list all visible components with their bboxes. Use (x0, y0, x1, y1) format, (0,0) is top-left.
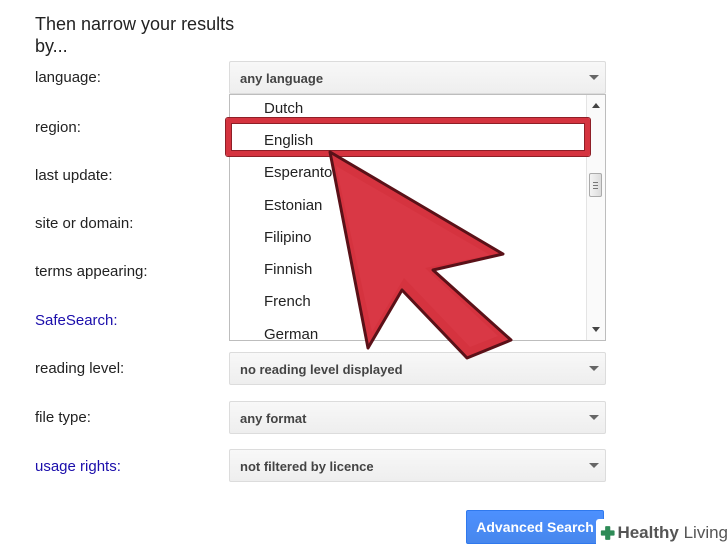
site-or-domain-label: site or domain: (35, 215, 134, 232)
advanced-search-button[interactable]: Advanced Search (466, 510, 604, 544)
language-option[interactable]: German (264, 326, 318, 340)
plus-leaf-icon (600, 525, 615, 540)
language-option[interactable]: Esperanto (264, 164, 332, 181)
highlight-box (226, 118, 590, 156)
terms-appearing-label: terms appearing: (35, 263, 148, 280)
chevron-down-icon (589, 75, 599, 80)
reading-level-label: reading level: (35, 360, 125, 377)
language-option[interactable]: Filipino (264, 229, 312, 246)
scrollbar-thumb[interactable] (589, 173, 602, 197)
reading-level-select-value: no reading level displayed (240, 362, 403, 377)
language-select-value: any language (240, 71, 324, 86)
language-label: language: (35, 69, 101, 86)
watermark-text: Healthy Living (617, 522, 728, 542)
scroll-up-arrow-icon[interactable] (592, 103, 600, 108)
usage-rights-select-value: not filtered by licence (240, 459, 374, 474)
file-type-label: file type: (35, 409, 91, 426)
scroll-down-arrow-icon[interactable] (592, 327, 600, 332)
language-option[interactable]: Finnish (264, 261, 312, 278)
file-type-select-value: any format (240, 411, 307, 426)
usage-rights-link[interactable]: usage rights: (35, 458, 121, 475)
last-update-label: last update: (35, 167, 113, 184)
reading-level-select[interactable]: no reading level displayed (229, 352, 606, 385)
language-option[interactable]: French (264, 293, 311, 310)
chevron-down-icon (589, 366, 599, 371)
chevron-down-icon (589, 415, 599, 420)
file-type-select[interactable]: any format (229, 401, 606, 434)
chevron-down-icon (589, 463, 599, 468)
region-label: region: (35, 119, 81, 136)
language-select[interactable]: any language (229, 61, 606, 94)
section-heading: Then narrow your results by... (35, 14, 235, 56)
usage-rights-select[interactable]: not filtered by licence (229, 449, 606, 482)
safesearch-link[interactable]: SafeSearch: (35, 312, 118, 329)
language-option[interactable]: Dutch (264, 100, 303, 117)
watermark: Healthy Living (596, 519, 728, 546)
language-option[interactable]: Estonian (264, 197, 322, 214)
